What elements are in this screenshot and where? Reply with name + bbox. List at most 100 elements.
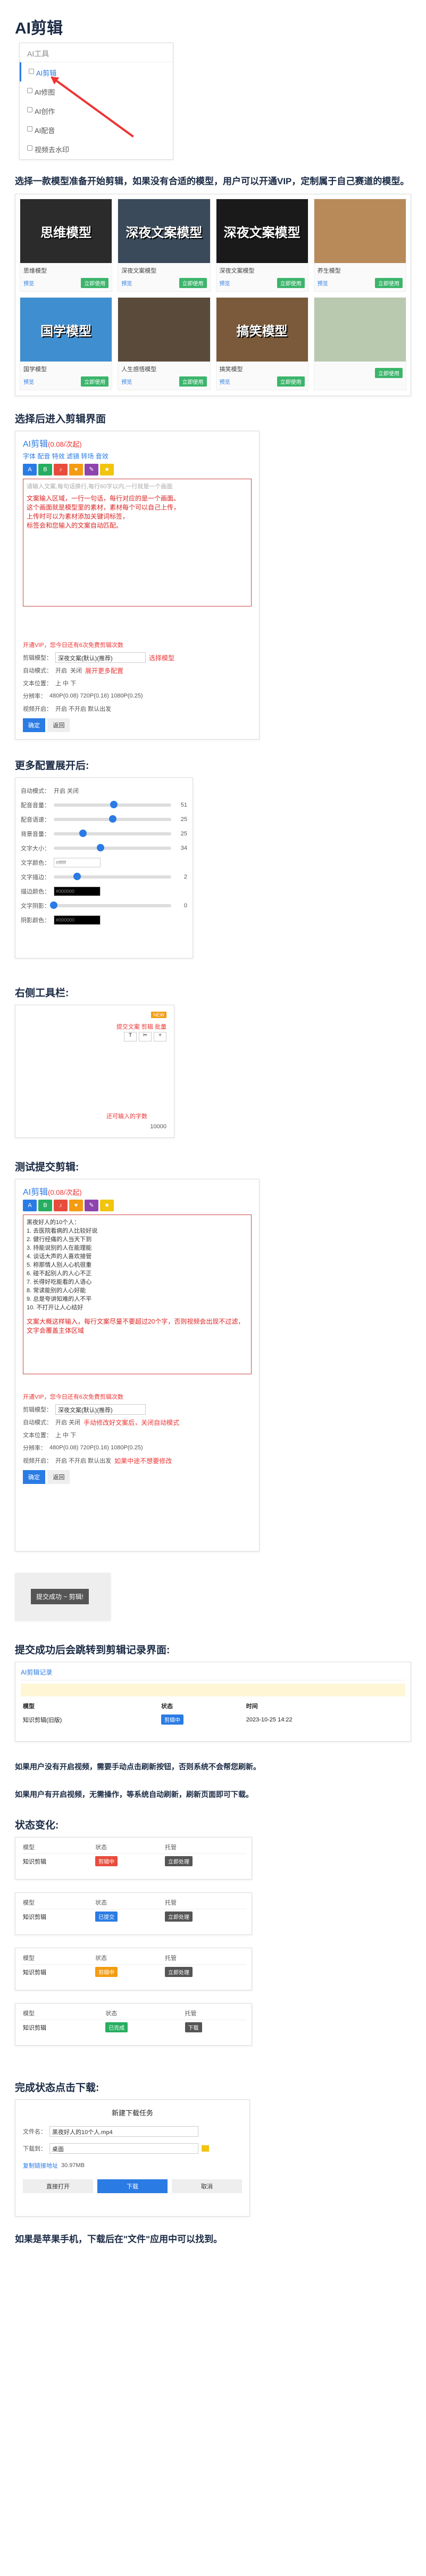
toolbar-f-icon[interactable]: ★	[100, 1200, 114, 1211]
slider[interactable]	[54, 843, 171, 851]
open-button[interactable]: 直接打开	[23, 2179, 93, 2193]
model-thumb	[118, 298, 210, 362]
use-model-button[interactable]: 立即使用	[375, 368, 403, 378]
use-model-button[interactable]: 立即使用	[179, 376, 207, 387]
model-card[interactable]: 国学模型 国学模型 预览 立即使用	[20, 297, 113, 390]
toolbar-d-icon[interactable]: ♥	[69, 464, 83, 475]
preview-link[interactable]: 预览	[318, 279, 328, 287]
toolbar-e-icon[interactable]: ✎	[85, 1200, 98, 1211]
test-model-select[interactable]: 深夜文案(默认)(推荐)	[55, 1404, 146, 1415]
auto-on-radio[interactable]: 开启	[55, 666, 67, 675]
model-card[interactable]: 人生感悟模型 预览 立即使用	[118, 297, 211, 390]
model-thumb	[314, 298, 406, 362]
model-card[interactable]: 深夜文案模型 深夜文案模型 预览 立即使用	[215, 199, 308, 292]
config-row: 文字颜色： #ffffff	[21, 855, 187, 869]
use-model-button[interactable]: 立即使用	[81, 376, 109, 387]
toolbar-b-icon[interactable]: B	[38, 1200, 52, 1211]
script-textarea[interactable]: 请输入文案,每句话换行,每行60字以内,一行就是一个画面 文案输入区域，一行一句…	[23, 479, 252, 606]
auto-off-radio[interactable]: 关闭	[70, 666, 82, 675]
toolbar-c-icon[interactable]: ♪	[54, 1200, 68, 1211]
test-vip-warning: 开通VIP，您今日还有6次免费剪辑次数	[23, 1394, 123, 1400]
use-model-button[interactable]: 立即使用	[179, 278, 207, 288]
video-options[interactable]: 开启 不开启 默认出发	[55, 704, 111, 713]
download-button[interactable]: 下载	[97, 2179, 168, 2193]
color-picker[interactable]: #000000	[54, 886, 101, 896]
new-badge: NEW	[151, 1012, 166, 1018]
cancel-button[interactable]: 取消	[172, 2179, 242, 2193]
toolbar-a-icon[interactable]: A	[23, 464, 37, 475]
action-button[interactable]: 立即处理	[164, 1856, 193, 1866]
model-card[interactable]: 深夜文案模型 深夜文案模型 预览 立即使用	[118, 199, 211, 292]
color-picker[interactable]: #ffffff	[54, 857, 101, 867]
model-card[interactable]: 立即使用	[313, 297, 406, 390]
toolbar-b-icon[interactable]: B	[38, 464, 52, 475]
test-pos-options[interactable]: 上 中 下	[55, 1431, 76, 1439]
use-model-button[interactable]: 立即使用	[277, 376, 305, 387]
action-button[interactable]: 下载	[185, 2022, 202, 2032]
use-model-button[interactable]: 立即使用	[81, 278, 109, 288]
count-hint: 还可输入的字数	[106, 1113, 147, 1120]
state-table: 模型 状态 托管 知识剪辑 剪辑中 立即处理	[15, 1837, 252, 1880]
use-model-button[interactable]: 立即使用	[277, 278, 305, 288]
preview-link[interactable]: 预览	[23, 279, 34, 287]
submit-toast-screenshot: 提交成功 ~ 剪辑!	[15, 1573, 111, 1621]
section-test-title: 测试提交剪辑:	[15, 1162, 79, 1173]
folder-icon[interactable]	[202, 2145, 209, 2152]
model-card[interactable]: 养生模型 预览 立即使用	[313, 199, 406, 292]
pos-options[interactable]: 上 中 下	[55, 679, 76, 687]
copy-link[interactable]: 复制链接地址	[23, 2161, 58, 2170]
toolbar-a-icon[interactable]: A	[23, 1200, 37, 1211]
toolbar-c-icon[interactable]: ♪	[54, 464, 68, 475]
test-res-options[interactable]: 480P(0.08) 720P(0.16) 1080P(0.25)	[49, 1445, 143, 1451]
toolbar-f-icon[interactable]: ★	[100, 464, 114, 475]
model-card[interactable]: 搞笑模型 搞笑模型 预览 立即使用	[215, 297, 308, 390]
section-editor-title: 选择后进入剪辑界面	[15, 414, 106, 425]
preview-link[interactable]: 预览	[23, 378, 34, 385]
menu-item-watermark[interactable]: 视频去水印	[20, 139, 173, 158]
test-auto-options[interactable]: 开启 关闭	[55, 1418, 80, 1426]
state-table: 模型 状态 托管 知识剪辑 已提交 立即处理	[15, 1892, 252, 1935]
test-back-button[interactable]: 返回	[47, 1470, 70, 1484]
use-model-button[interactable]: 立即使用	[375, 278, 403, 288]
preview-link[interactable]: 预览	[121, 378, 132, 385]
menu-item-ai-edit[interactable]: AI剪辑	[20, 62, 173, 81]
res-options[interactable]: 480P(0.08) 720P(0.16) 1080P(0.25)	[49, 693, 143, 699]
preview-link[interactable]: 预览	[121, 279, 132, 287]
slider[interactable]	[54, 815, 171, 823]
slider[interactable]	[54, 800, 171, 808]
action-button[interactable]: 立即处理	[164, 1967, 193, 1977]
menu-item-ai-voice[interactable]: AI配音	[20, 120, 173, 139]
preview-link[interactable]: 预览	[220, 378, 230, 385]
table-row: 知识剪辑 剪辑中 立即处理	[21, 1853, 246, 1868]
slider[interactable]	[54, 872, 171, 880]
toolbar-d-icon[interactable]: ♥	[69, 1200, 83, 1211]
cut-tool-icon[interactable]: ✂	[139, 1032, 152, 1041]
model-card[interactable]: 思维模型 思维模型 预览 立即使用	[20, 199, 113, 292]
state-table: 模型 状态 托管 知识剪辑 剪辑中 立即处理	[15, 1948, 252, 1990]
toolbar-e-icon[interactable]: ✎	[85, 464, 98, 475]
text-tool-icon[interactable]: T	[124, 1032, 137, 1041]
back-button[interactable]: 返回	[47, 718, 70, 732]
status-badge: 已提交	[95, 1912, 118, 1922]
editor-links[interactable]: 字体 配音 特效 滤镜 转场 音效	[23, 452, 252, 461]
add-tool-icon[interactable]: +	[154, 1032, 166, 1041]
menu-item-ai-image[interactable]: AI修图	[20, 81, 173, 101]
preview-link[interactable]: 预览	[220, 279, 230, 287]
model-thumb: 深夜文案模型	[118, 199, 210, 263]
submit-button[interactable]: 确定	[23, 718, 45, 732]
path-select[interactable]: 桌面	[49, 2143, 198, 2154]
test-script-textarea[interactable]: 黑夜好人的10个人： 1. 去医院看病的人比较好说 2. 健行经痛的人当天下到 3. …	[23, 1215, 252, 1374]
action-button[interactable]: 立即处理	[164, 1912, 193, 1922]
script-line: 5. 称那情人别人心机很重	[27, 1262, 92, 1268]
test-submit-button[interactable]: 确定	[23, 1470, 45, 1484]
filename-input[interactable]: 黑夜好人的10个人.mp4	[49, 2126, 198, 2137]
test-editor-title: AI剪辑(0.08/次起)	[23, 1188, 82, 1197]
model-select[interactable]: 深夜文案(默认)(推荐)	[55, 652, 146, 663]
test-video-options[interactable]: 开启 不开启 默认出发	[55, 1456, 111, 1465]
slider[interactable]	[50, 901, 171, 909]
toggle[interactable]: 开启 关闭	[54, 786, 79, 795]
color-picker[interactable]: #000000	[54, 915, 101, 925]
slider[interactable]	[54, 829, 171, 837]
doc-page: AI剪辑 AI工具 AI剪辑 AI修图 AI创作 AI配音 视频去水印 选择一款…	[0, 0, 426, 2246]
image-icon	[27, 88, 32, 93]
